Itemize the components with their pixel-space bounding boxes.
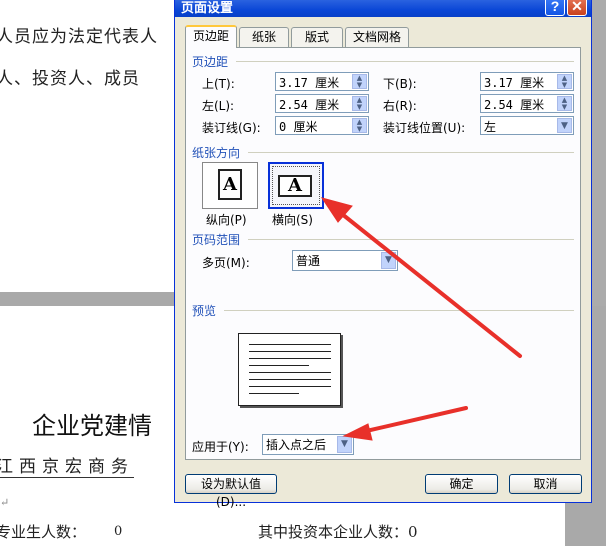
section-divider <box>236 61 574 62</box>
portrait-page-icon: A <box>218 169 242 200</box>
gutter-value: 0 厘米 <box>279 120 318 134</box>
bottom-margin-label: 下(B): <box>383 77 417 91</box>
pages-section-title: 页码范围 <box>192 233 241 247</box>
apply-to-select[interactable]: 插入点之后 ▼ <box>262 434 354 455</box>
preview-section-title: 预览 <box>192 304 217 318</box>
right-margin-label: 右(R): <box>383 99 417 113</box>
preview-line <box>249 365 309 366</box>
cancel-button[interactable]: 取消 <box>509 474 582 494</box>
chevron-down-icon[interactable]: ▼ <box>381 252 396 269</box>
gutter-position-label: 装订线位置(U): <box>383 121 466 135</box>
doc-underlined-text: 江西京宏商务 <box>0 452 134 478</box>
doc-row-label-b-text: 其中投资本企业人数： <box>258 523 409 541</box>
gutter-position-value: 左 <box>484 120 497 134</box>
doc-line-1: 人员应为法定代表人 <box>0 27 158 47</box>
doc-row-value-a: 0 <box>114 524 123 539</box>
tab-margins[interactable]: 页边距 <box>185 25 237 48</box>
dialog-title: 页面设置 <box>181 0 234 15</box>
preview-line <box>249 393 299 394</box>
spin-arrows-icon[interactable]: ▲ ▼ <box>352 96 367 111</box>
gutter-label: 装订线(G): <box>202 121 261 135</box>
orientation-section-title: 纸张方向 <box>192 146 241 160</box>
top-margin-value: 3.17 厘米 <box>279 76 340 90</box>
left-margin-stepper[interactable]: 2.54 厘米 ▲ ▼ <box>275 94 369 113</box>
chevron-down-icon[interactable]: ▼ <box>337 436 352 453</box>
gutter-position-select[interactable]: 左 ▼ <box>480 116 574 135</box>
margins-section-title: 页边距 <box>192 55 229 69</box>
right-margin-value: 2.54 厘米 <box>484 98 545 112</box>
paragraph-mark-icon: ↵ <box>0 496 10 509</box>
portrait-label: 纵向(P) <box>206 213 247 227</box>
bottom-margin-value: 3.17 厘米 <box>484 76 545 90</box>
set-default-button[interactable]: 设为默认值(D)... <box>185 474 277 509</box>
left-margin-value: 2.54 厘米 <box>279 98 340 112</box>
right-margin-stepper[interactable]: 2.54 厘米 ▲ ▼ <box>480 94 574 113</box>
ok-button[interactable]: 确定 <box>425 474 498 494</box>
multiple-pages-label: 多页(M): <box>202 256 250 270</box>
multiple-pages-select[interactable]: 普通 ▼ <box>292 250 398 271</box>
section-divider <box>248 239 574 240</box>
top-margin-label: 上(T): <box>202 77 235 91</box>
spin-arrows-icon[interactable]: ▲ ▼ <box>352 74 367 89</box>
left-margin-label: 左(L): <box>202 99 235 113</box>
landscape-page-icon: A <box>278 175 312 197</box>
doc-line-2: 人、投资人、成员 <box>0 69 140 89</box>
help-button[interactable]: ? <box>545 0 565 16</box>
landscape-label: 横向(S) <box>272 213 313 227</box>
section-divider <box>248 152 574 153</box>
landscape-button[interactable]: A <box>268 162 324 209</box>
doc-heading: 企业党建情 <box>32 412 152 440</box>
preview-line <box>249 358 331 359</box>
portrait-button[interactable]: A <box>202 162 258 209</box>
spin-arrows-icon[interactable]: ▲ ▼ <box>557 74 572 89</box>
tab-paper[interactable]: 纸张 <box>239 27 289 47</box>
spin-arrows-icon[interactable]: ▲ ▼ <box>557 96 572 111</box>
close-button[interactable]: ✕ <box>567 0 587 16</box>
section-divider <box>224 310 574 311</box>
spin-arrows-icon[interactable]: ▲ ▼ <box>352 118 367 133</box>
preview-line <box>249 344 331 345</box>
top-margin-stepper[interactable]: 3.17 厘米 ▲ ▼ <box>275 72 369 91</box>
doc-row-value-b: 0 <box>408 523 418 541</box>
page-gap <box>0 292 175 306</box>
page-setup-dialog: 页面设置 ? ✕ 页边距 纸张 版式 文档网格 页边距 上(T): 3.17 厘… <box>174 0 592 509</box>
gutter-stepper[interactable]: 0 厘米 ▲ ▼ <box>275 116 369 135</box>
tab-layout[interactable]: 版式 <box>291 27 343 47</box>
tab-document-grid[interactable]: 文档网格 <box>345 27 409 47</box>
bottom-margin-stepper[interactable]: 3.17 厘米 ▲ ▼ <box>480 72 574 91</box>
chevron-down-icon[interactable]: ▼ <box>557 118 572 133</box>
doc-row-label-b: 其中投资本企业人数：0 <box>258 521 418 542</box>
preview-line <box>249 351 331 352</box>
apply-to-label: 应用于(Y): <box>192 440 249 454</box>
doc-row-label-a: 专业生人数： <box>0 523 87 541</box>
multiple-pages-value: 普通 <box>296 254 321 268</box>
preview-line <box>249 379 331 380</box>
dialog-titlebar[interactable]: 页面设置 ? ✕ <box>175 0 591 17</box>
tab-panel: 页边距 上(T): 3.17 厘米 ▲ ▼ 下(B): 3.17 厘米 ▲ ▼ 左(… <box>185 47 581 460</box>
preview-page <box>238 333 341 406</box>
preview-line <box>249 372 331 373</box>
apply-to-value: 插入点之后 <box>266 438 327 452</box>
preview-line <box>249 386 331 387</box>
